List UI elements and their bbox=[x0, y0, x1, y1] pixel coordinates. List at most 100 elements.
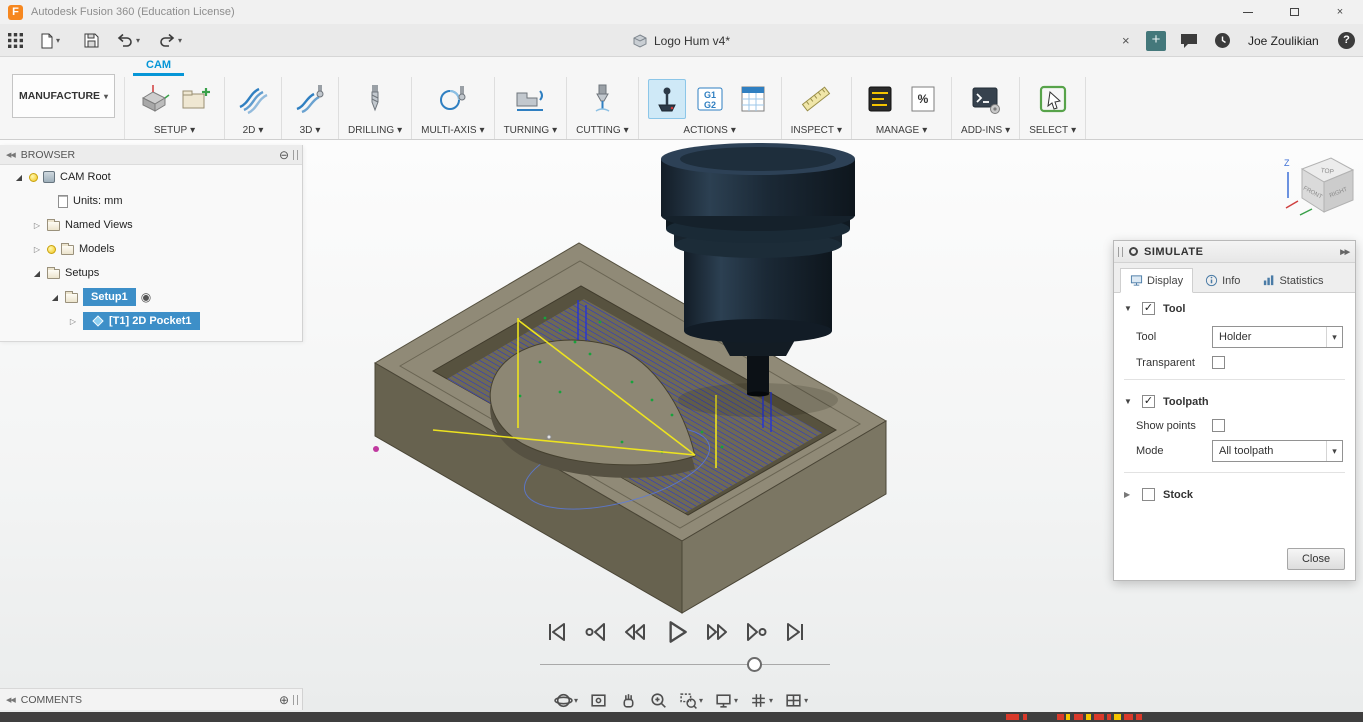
expand-arrow-icon[interactable]: ◢ bbox=[50, 293, 60, 302]
group-label-2d[interactable]: 2D ▾ bbox=[243, 125, 264, 136]
user-account-button[interactable]: Joe Zoulikian bbox=[1248, 24, 1319, 57]
add-comment-icon[interactable]: ⊕ bbox=[279, 693, 289, 707]
visibility-bulb-icon[interactable] bbox=[47, 244, 56, 254]
tool-section-header[interactable]: ▼ ✓ Tool bbox=[1114, 293, 1355, 322]
tab-statistics[interactable]: Statistics bbox=[1252, 268, 1333, 292]
comments-button[interactable] bbox=[1180, 24, 1198, 57]
3d-viewport[interactable]: Z TOP FRONT RIGHT ◀◀ BROWSER ⊖ ◢ CAM Roo… bbox=[0, 140, 1363, 712]
post-library-button[interactable]: % bbox=[904, 79, 942, 119]
group-label-add-ins[interactable]: ADD-INS ▾ bbox=[961, 125, 1010, 136]
zoom-window-button[interactable]: ▾ bbox=[677, 689, 705, 712]
collapsed-arrow-icon[interactable]: ▷ bbox=[32, 245, 42, 254]
group-label-cutting[interactable]: CUTTING ▾ bbox=[576, 125, 628, 136]
drilling-button[interactable] bbox=[356, 79, 394, 119]
window-close-button[interactable]: × bbox=[1317, 0, 1363, 24]
setup1-selected-label[interactable]: Setup1 bbox=[83, 288, 136, 306]
pocket1-selected-label[interactable]: [T1] 2D Pocket1 bbox=[83, 312, 200, 330]
play-backward-button[interactable] bbox=[622, 619, 648, 645]
tab-close-button[interactable]: × bbox=[1118, 24, 1134, 57]
visibility-bulb-icon[interactable] bbox=[29, 172, 38, 182]
window-minimize-button[interactable] bbox=[1225, 0, 1271, 24]
section-expanded-icon[interactable]: ▼ bbox=[1124, 304, 1134, 313]
group-label-3d[interactable]: 3D ▾ bbox=[300, 125, 321, 136]
group-label-manage[interactable]: MANAGE ▾ bbox=[876, 125, 927, 136]
orbit-button[interactable]: ▾ bbox=[552, 689, 580, 712]
tool-visible-checkbox[interactable]: ✓ bbox=[1142, 302, 1155, 315]
collapsed-arrow-icon[interactable]: ▷ bbox=[68, 317, 78, 326]
workspace-selector[interactable]: MANUFACTURE ▾ bbox=[12, 74, 115, 118]
comments-panel[interactable]: ◀◀ COMMENTS ⊕ bbox=[0, 688, 303, 710]
toolpath-visible-checkbox[interactable]: ✓ bbox=[1142, 395, 1155, 408]
show-points-checkbox[interactable] bbox=[1212, 419, 1225, 432]
tab-cam[interactable]: CAM bbox=[133, 57, 185, 76]
group-label-multi-axis[interactable]: MULTI-AXIS ▾ bbox=[421, 125, 484, 136]
new-tab-button[interactable]: + bbox=[1146, 31, 1166, 51]
select-button[interactable] bbox=[1034, 79, 1072, 119]
turning-button[interactable] bbox=[511, 79, 549, 119]
tree-item-named-views[interactable]: ▷ Named Views bbox=[0, 213, 302, 237]
pan-button[interactable] bbox=[617, 689, 640, 712]
new-setup-button[interactable] bbox=[134, 79, 172, 119]
group-label-turning[interactable]: TURNING ▾ bbox=[504, 125, 558, 136]
measure-button[interactable] bbox=[797, 79, 835, 119]
panel-grip[interactable] bbox=[293, 694, 298, 705]
sketch-point[interactable] bbox=[373, 446, 379, 452]
panel-minimize-icon[interactable]: ⊖ bbox=[279, 148, 289, 162]
job-status-button[interactable] bbox=[1214, 24, 1231, 57]
go-to-end-button[interactable] bbox=[782, 619, 808, 645]
window-maximize-button[interactable] bbox=[1271, 0, 1317, 24]
collapse-panel-icon[interactable]: ◀◀ bbox=[6, 151, 16, 159]
expand-arrow-icon[interactable]: ◢ bbox=[32, 269, 42, 278]
section-expanded-icon[interactable]: ▼ bbox=[1124, 397, 1134, 406]
collapse-panel-icon[interactable]: ◀◀ bbox=[6, 696, 16, 704]
tree-item-setup1[interactable]: ◢ Setup1 ◉ bbox=[0, 285, 302, 309]
group-label-actions[interactable]: ACTIONS ▾ bbox=[683, 125, 735, 136]
tree-item-2d-pocket1[interactable]: ▷ [T1] 2D Pocket1 bbox=[0, 309, 302, 333]
transparent-checkbox[interactable] bbox=[1212, 356, 1225, 369]
expand-arrow-icon[interactable]: ◢ bbox=[14, 173, 24, 182]
look-at-button[interactable] bbox=[587, 689, 610, 712]
viewports-button[interactable]: ▾ bbox=[782, 689, 810, 712]
setup-sheet-button[interactable] bbox=[734, 79, 772, 119]
tree-item-setups[interactable]: ◢ Setups bbox=[0, 261, 302, 285]
panel-grip[interactable] bbox=[293, 149, 298, 160]
tree-item-models[interactable]: ▷ Models bbox=[0, 237, 302, 261]
group-label-setup[interactable]: SETUP ▾ bbox=[154, 125, 195, 136]
cutting-button[interactable] bbox=[583, 79, 621, 119]
fast-forward-button[interactable] bbox=[704, 619, 730, 645]
stock-visible-checkbox[interactable] bbox=[1142, 488, 1155, 501]
post-process-button[interactable]: G1 G2 bbox=[691, 79, 729, 119]
collapsed-arrow-icon[interactable]: ▷ bbox=[32, 221, 42, 230]
display-settings-button[interactable]: ▾ bbox=[712, 689, 740, 712]
zoom-button[interactable] bbox=[647, 689, 670, 712]
scripts-addins-button[interactable] bbox=[967, 79, 1005, 119]
group-label-drilling[interactable]: DRILLING ▾ bbox=[348, 125, 402, 136]
play-button[interactable] bbox=[661, 617, 691, 647]
center-point[interactable] bbox=[546, 434, 552, 440]
close-button[interactable]: Close bbox=[1287, 548, 1345, 570]
section-collapsed-icon[interactable]: ▶ bbox=[1124, 490, 1134, 499]
viewcube[interactable]: Z TOP FRONT RIGHT bbox=[1284, 157, 1355, 216]
go-to-beginning-button[interactable] bbox=[544, 619, 570, 645]
timeline-slider-handle[interactable] bbox=[747, 657, 762, 672]
tree-item-cam-root[interactable]: ◢ CAM Root bbox=[0, 165, 302, 189]
tool-dropdown[interactable]: Holder ▾ bbox=[1212, 326, 1343, 348]
2d-milling-button[interactable] bbox=[234, 79, 272, 119]
stock-section-header[interactable]: ▶ Stock bbox=[1114, 479, 1355, 508]
toolpath-section-header[interactable]: ▼ ✓ Toolpath bbox=[1114, 386, 1355, 415]
multi-axis-button[interactable] bbox=[434, 79, 472, 119]
browser-header[interactable]: ◀◀ BROWSER ⊖ bbox=[0, 145, 302, 165]
tab-display[interactable]: Display bbox=[1120, 268, 1194, 293]
simulation-timeline[interactable] bbox=[540, 664, 830, 665]
tab-info[interactable]: Info bbox=[1195, 268, 1250, 292]
active-setup-radio-icon[interactable]: ◉ bbox=[141, 290, 151, 304]
grid-snaps-button[interactable]: ▾ bbox=[747, 689, 775, 712]
help-button[interactable]: ? bbox=[1338, 32, 1355, 49]
previous-operation-button[interactable] bbox=[583, 619, 609, 645]
3d-milling-button[interactable] bbox=[291, 79, 329, 119]
new-folder-button[interactable] bbox=[177, 79, 215, 119]
next-operation-button[interactable] bbox=[743, 619, 769, 645]
mode-dropdown[interactable]: All toolpath ▾ bbox=[1212, 440, 1343, 462]
tree-item-units[interactable]: Units: mm bbox=[0, 189, 302, 213]
group-label-inspect[interactable]: INSPECT ▾ bbox=[791, 125, 842, 136]
